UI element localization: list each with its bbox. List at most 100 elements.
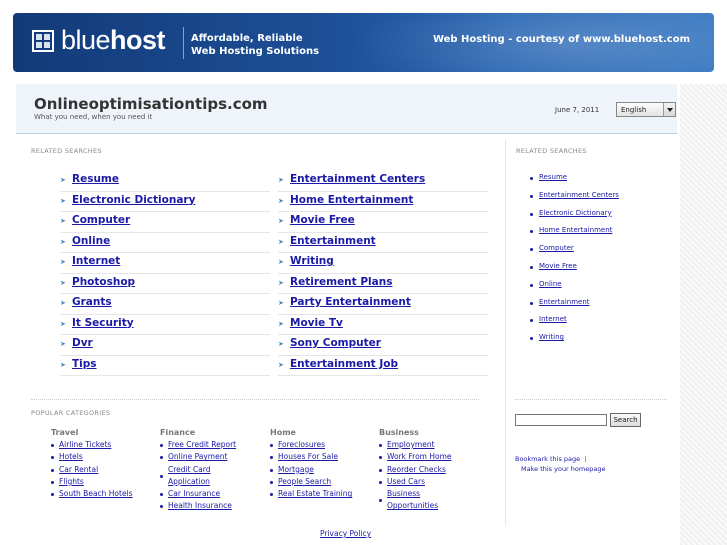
- category-link[interactable]: Car Insurance: [168, 489, 220, 498]
- list-item: Home Entertainment: [530, 226, 619, 244]
- category-link[interactable]: Flights: [59, 477, 84, 486]
- related-link[interactable]: Sony Computer: [290, 337, 381, 349]
- list-item: Car Insurance: [160, 488, 270, 500]
- sidebar-link[interactable]: Electronic Dictionary: [539, 209, 612, 217]
- related-link[interactable]: Electronic Dictionary: [72, 194, 195, 206]
- bluehost-logo-icon: [32, 30, 54, 52]
- bullet-icon: [160, 505, 163, 509]
- related-link[interactable]: Internet: [72, 255, 120, 267]
- sidebar-search-input[interactable]: [515, 414, 607, 426]
- related-link[interactable]: Movie Free: [290, 214, 355, 226]
- category-link[interactable]: Foreclosures: [278, 440, 325, 449]
- category-link[interactable]: Health Insurance: [168, 501, 232, 510]
- list-item: ➤ Tips: [60, 356, 270, 376]
- list-item: Online Payment: [160, 451, 270, 463]
- category-link[interactable]: Online Payment: [168, 452, 227, 461]
- related-link[interactable]: Home Entertainment: [290, 194, 413, 206]
- category-home: Home Foreclosures Houses For Sale Mortga…: [270, 428, 380, 500]
- bookmark-row: Bookmark this page |: [515, 455, 586, 463]
- category-link[interactable]: Free Credit Report: [168, 440, 236, 449]
- related-link[interactable]: Movie Tv: [290, 317, 343, 329]
- bullet-icon: [270, 480, 273, 484]
- arrow-bullet-icon: ➤: [278, 196, 284, 205]
- category-link[interactable]: Credit Card Application: [168, 465, 210, 486]
- related-link[interactable]: Entertainment Job: [290, 358, 398, 370]
- bullet-icon: [530, 212, 533, 216]
- bullet-icon: [379, 468, 382, 472]
- category-link[interactable]: Reorder Checks: [387, 465, 446, 474]
- list-item: Online: [530, 280, 619, 298]
- category-link[interactable]: Car Rental: [59, 465, 98, 474]
- category-link[interactable]: Real Estate Training: [278, 489, 352, 498]
- category-link[interactable]: Hotels: [59, 452, 83, 461]
- sidebar-link[interactable]: Computer: [539, 244, 574, 252]
- sidebar-search-button[interactable]: Search: [610, 413, 641, 427]
- bookmark-link[interactable]: Bookmark this page: [515, 455, 580, 463]
- related-link[interactable]: Entertainment: [290, 235, 376, 247]
- category-link[interactable]: People Search: [278, 477, 331, 486]
- arrow-bullet-icon: ➤: [278, 340, 284, 348]
- related-link[interactable]: Grants: [72, 296, 112, 308]
- bullet-icon: [379, 499, 382, 503]
- list-item: ➤ Home Entertainment: [278, 192, 488, 212]
- link-separator: |: [584, 455, 587, 463]
- list-item: ➤ Movie Tv: [278, 315, 488, 335]
- list-item: Resume: [530, 173, 619, 191]
- bullet-icon: [530, 194, 533, 198]
- category-link[interactable]: Used Cars: [387, 477, 425, 486]
- list-item: ➤ Electronic Dictionary: [60, 192, 270, 212]
- bluehost-banner[interactable]: bluehost Affordable, Reliable Web Hostin…: [13, 13, 714, 72]
- bullet-icon: [270, 468, 273, 472]
- list-item: Movie Free: [530, 262, 619, 280]
- site-title: Onlineoptimisationtips.com: [34, 95, 268, 113]
- category-link[interactable]: Employment: [387, 440, 435, 449]
- related-link[interactable]: Photoshop: [72, 276, 135, 288]
- sidebar-link[interactable]: Home Entertainment: [539, 226, 612, 234]
- list-item: ➤ Sony Computer: [278, 335, 488, 356]
- related-link[interactable]: It Security: [72, 317, 134, 329]
- category-travel: Travel Airline Tickets Hotels Car Rental…: [51, 428, 161, 500]
- arrow-bullet-icon: ➤: [60, 258, 66, 266]
- related-link[interactable]: Dvr: [72, 337, 93, 349]
- category-link[interactable]: South Beach Hotels: [59, 489, 133, 498]
- bluehost-logo: bluehost: [61, 25, 166, 55]
- category-link[interactable]: Houses For Sale: [278, 452, 338, 461]
- related-searches-left-list: ➤ Resume ➤ Electronic Dictionary ➤ Computer…: [60, 171, 270, 376]
- arrow-bullet-icon: ➤: [278, 360, 284, 369]
- sidebar-link[interactable]: Movie Free: [539, 262, 577, 270]
- language-select[interactable]: English: [616, 102, 676, 117]
- category-link[interactable]: Business Opportunities: [387, 489, 438, 510]
- related-link[interactable]: Online: [72, 235, 110, 247]
- arrow-bullet-icon: ➤: [278, 319, 284, 328]
- bullet-icon: [160, 474, 163, 478]
- related-link[interactable]: Computer: [72, 214, 130, 226]
- list-item: ➤ Internet: [60, 253, 270, 274]
- bullet-icon: [51, 493, 54, 497]
- related-link[interactable]: Resume: [72, 173, 119, 185]
- sidebar-link[interactable]: Internet: [539, 315, 567, 323]
- related-link[interactable]: Entertainment Centers: [290, 173, 425, 185]
- sidebar-link[interactable]: Resume: [539, 173, 567, 181]
- category-title: Home: [270, 428, 296, 437]
- category-link[interactable]: Airline Tickets: [59, 440, 111, 449]
- related-link[interactable]: Writing: [290, 255, 334, 267]
- list-item: Houses For Sale: [270, 451, 380, 463]
- sidebar-link[interactable]: Writing: [539, 333, 564, 341]
- sidebar-link[interactable]: Entertainment: [539, 298, 590, 306]
- language-select-value: English: [621, 106, 647, 114]
- bullet-icon: [51, 444, 54, 447]
- sidebar-link[interactable]: Online: [539, 280, 562, 288]
- bullet-icon: [530, 283, 533, 287]
- related-link[interactable]: Tips: [72, 358, 97, 370]
- related-link[interactable]: Retirement Plans: [290, 276, 392, 288]
- bullet-icon: [530, 301, 533, 305]
- list-item: Credit Card Application: [160, 464, 242, 489]
- privacy-policy-link[interactable]: Privacy Policy: [320, 529, 371, 538]
- make-homepage-link[interactable]: Make this your homepage: [521, 465, 605, 473]
- category-link[interactable]: Work From Home: [387, 452, 452, 461]
- sidebar-divider: [515, 399, 667, 400]
- sidebar-link[interactable]: Entertainment Centers: [539, 191, 619, 199]
- related-link[interactable]: Party Entertainment: [290, 296, 411, 308]
- category-link[interactable]: Mortgage: [278, 465, 314, 474]
- bullet-icon: [51, 456, 54, 460]
